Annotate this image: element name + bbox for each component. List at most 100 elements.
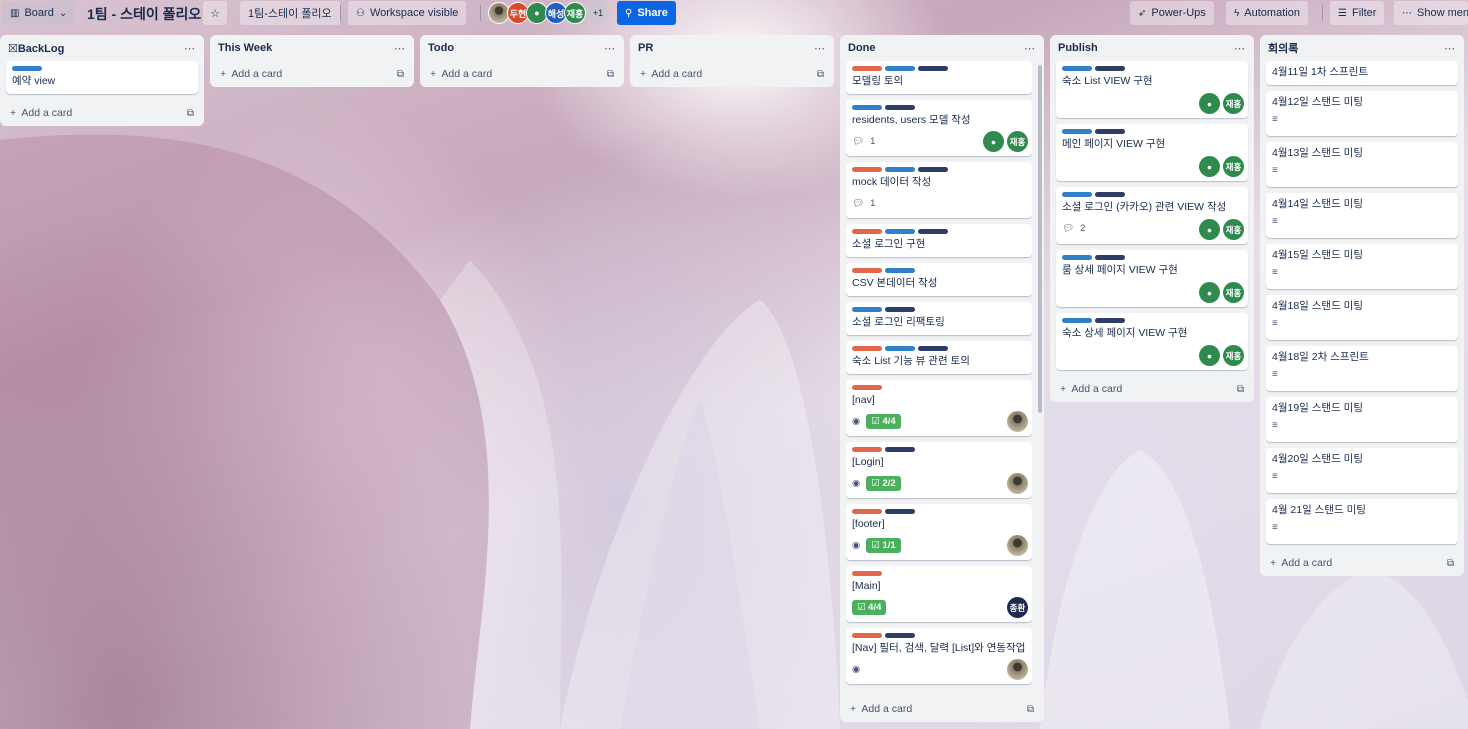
add-card-button[interactable]: + Add a card ⧉ (636, 61, 828, 87)
card[interactable]: 숙소 List 기능 뷰 관련 토의 (846, 341, 1032, 374)
card[interactable]: 4월12일 스탠드 미팅 ≡ (1266, 91, 1458, 136)
template-icon[interactable]: ⧉ (607, 69, 614, 80)
card[interactable]: mock 데이터 작성 💬︎ 1 (846, 162, 1032, 218)
checklist-badge: ☑ 4/4 (852, 599, 887, 615)
list-title[interactable]: Publish (1058, 42, 1098, 54)
card[interactable]: 숙소 상세 페이지 VIEW 구현 ● 재홍 (1056, 313, 1248, 370)
add-card-button[interactable]: + Add a card ⧉ (1266, 550, 1458, 576)
card[interactable]: 룸 상세 페이지 VIEW 구현 ● 재홍 (1056, 250, 1248, 307)
card[interactable]: 소셜 로그인 (카카오) 관련 VIEW 작성 💬︎ 2 ● 재홍 (1056, 187, 1248, 244)
list-title[interactable]: This Week (218, 42, 272, 54)
automation-button[interactable]: ϟ Automation (1226, 1, 1308, 25)
card[interactable]: 메인 페이지 VIEW 구현 ● 재홍 (1056, 124, 1248, 181)
template-icon[interactable]: ⧉ (397, 69, 404, 80)
share-button[interactable]: ⚲ Share (617, 1, 676, 25)
add-card-button[interactable]: + Add a card ⧉ (426, 61, 618, 87)
description-icon: ≡ (1272, 165, 1278, 176)
card[interactable]: [Nav] 필터, 검색, 달력 [List]와 연동작업 ◉ (846, 628, 1032, 684)
scrollbar[interactable] (1038, 65, 1042, 413)
template-icon[interactable]: ⧉ (187, 108, 194, 119)
member-avatar[interactable]: ● (1199, 93, 1220, 114)
card[interactable]: residents, users 모델 작성 💬︎ 1 ● 재홍 (846, 100, 1032, 156)
template-icon[interactable]: ⧉ (817, 69, 824, 80)
add-card-button[interactable]: + Add a card ⧉ (1056, 376, 1248, 402)
member-avatar[interactable] (1007, 535, 1028, 556)
card[interactable]: 소셜 로그인 구현 (846, 224, 1032, 257)
card[interactable]: 4월 21일 스탠드 미팅 ≡ (1266, 499, 1458, 544)
template-icon[interactable]: ⧉ (1027, 704, 1034, 715)
card-title: 숙소 상세 페이지 VIEW 구현 (1062, 327, 1188, 339)
member-avatar[interactable]: 재홍 (1223, 156, 1244, 177)
board-title[interactable]: 1팀 - 스테이 폴리오 (87, 4, 201, 24)
member-avatar[interactable] (1007, 659, 1028, 680)
workspace-button[interactable]: 1팀-스테이 폴리오 (240, 1, 340, 25)
card[interactable]: 4월19일 스탠드 미팅 ≡ (1266, 397, 1458, 442)
add-card-button[interactable]: + Add a card ⧉ (846, 696, 1038, 722)
card-title: 소셜 로그인 구현 (852, 238, 926, 250)
member-avatar[interactable]: ● (1199, 219, 1220, 240)
list-menu-icon[interactable]: ⋯ (1444, 42, 1456, 55)
card[interactable]: [footer] ◉ ☑ 1/1 (846, 504, 1032, 560)
board-view-switcher[interactable]: ▥ Board ⌄ (2, 1, 76, 25)
member-avatar[interactable]: 재홍 (1223, 93, 1244, 114)
list-menu-icon[interactable]: ⋯ (184, 42, 196, 55)
card[interactable]: 4월20일 스탠드 미팅 ≡ (1266, 448, 1458, 493)
card[interactable]: 모델링 토의 (846, 61, 1032, 94)
list-menu-icon[interactable]: ⋯ (814, 42, 826, 55)
card[interactable]: 예약 view (6, 61, 198, 94)
template-icon[interactable]: ⧉ (1447, 558, 1454, 569)
member-avatar[interactable]: ● (1199, 345, 1220, 366)
divider (480, 5, 481, 21)
power-ups-button[interactable]: ➶ Power-Ups (1130, 1, 1214, 25)
member-avatar[interactable] (1007, 411, 1028, 432)
list-menu-icon[interactable]: ⋯ (604, 42, 616, 55)
card[interactable]: [nav] ◉ ☑ 4/4 (846, 380, 1032, 436)
card[interactable]: CSV 본데이터 작성 (846, 263, 1032, 296)
label-blue (885, 167, 915, 172)
visibility-button[interactable]: ⚇ Workspace visible (348, 1, 467, 25)
label-blue (852, 307, 882, 312)
list-title[interactable]: Todo (428, 42, 454, 54)
member-avatar[interactable]: 종환 (1007, 597, 1028, 618)
card[interactable]: 4월18일 2차 스프린트 ≡ (1266, 346, 1458, 391)
add-card-button[interactable]: + Add a card ⧉ (6, 100, 198, 126)
list-title[interactable]: 회의록 (1268, 40, 1298, 56)
card[interactable]: 소셜 로그인 리팩토링 (846, 302, 1032, 335)
card[interactable]: 4월14일 스탠드 미팅 ≡ (1266, 193, 1458, 238)
card[interactable]: 4월15일 스탠드 미팅 ≡ (1266, 244, 1458, 289)
member-avatar[interactable]: ● (983, 131, 1004, 152)
member-avatar[interactable]: 재홍 (1007, 131, 1028, 152)
add-card-button[interactable]: + Add a card ⧉ (216, 61, 408, 87)
member-avatar[interactable]: ● (1199, 156, 1220, 177)
list-menu-icon[interactable]: ⋯ (1234, 42, 1246, 55)
more-members[interactable]: +1 (587, 2, 609, 24)
filter-button[interactable]: ☰ Filter (1330, 1, 1385, 25)
label-navy (1095, 66, 1125, 71)
card[interactable]: [Login] ◉ ☑ 2/2 (846, 442, 1032, 498)
card[interactable]: [Main] ☑ 4/4 종환 (846, 566, 1032, 622)
label-blue (12, 66, 42, 71)
card[interactable]: 4월11일 1차 스프린트 (1266, 61, 1458, 85)
list-title[interactable]: PR (638, 42, 653, 54)
description-icon: ≡ (1272, 522, 1278, 533)
template-icon[interactable]: ⧉ (1237, 384, 1244, 395)
card[interactable]: 숙소 List VIEW 구현 ● 재홍 (1056, 61, 1248, 118)
star-board-button[interactable]: ☆ (203, 1, 227, 25)
label-navy (885, 447, 915, 452)
list-menu-icon[interactable]: ⋯ (394, 42, 406, 55)
label-navy (1095, 255, 1125, 260)
person-icon: ● (1206, 224, 1213, 235)
card[interactable]: 4월18일 스탠드 미팅 ≡ (1266, 295, 1458, 340)
member-avatar[interactable]: 재홍 (1223, 345, 1244, 366)
list-title[interactable]: ☒BackLog (8, 42, 64, 55)
list-menu-icon[interactable]: ⋯ (1024, 42, 1036, 55)
member-avatar[interactable] (1007, 473, 1028, 494)
member-avatar[interactable]: 재홍 (564, 2, 586, 24)
board-icon: ▥ (10, 7, 20, 19)
card[interactable]: 4월13일 스탠드 미팅 ≡ (1266, 142, 1458, 187)
show-menu-button[interactable]: ⋯ Show menu (1394, 1, 1468, 25)
member-avatar[interactable]: ● (1199, 282, 1220, 303)
list-title[interactable]: Done (848, 42, 876, 54)
member-avatar[interactable]: 재홍 (1223, 282, 1244, 303)
member-avatar[interactable]: 재홍 (1223, 219, 1244, 240)
